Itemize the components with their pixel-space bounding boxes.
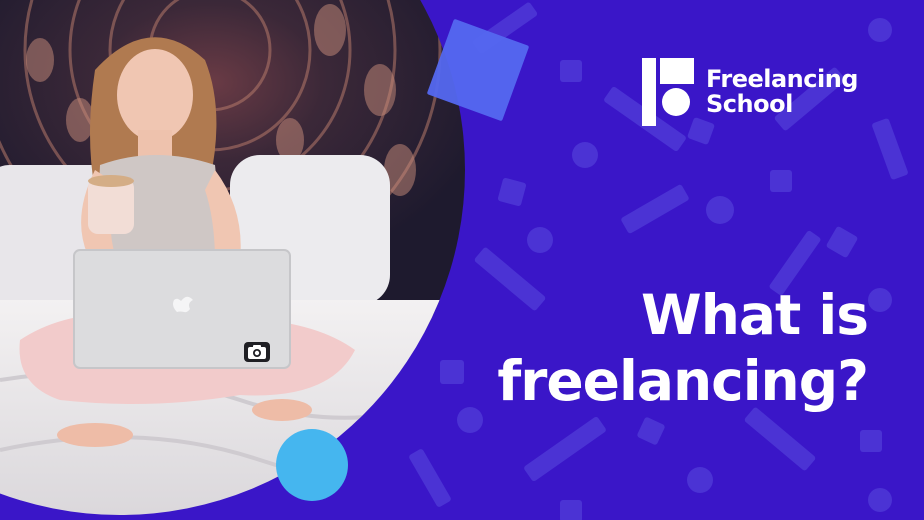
headline: What is freelancing?: [497, 282, 869, 414]
brand-name: Freelancing School: [706, 67, 858, 117]
camera-icon: [244, 342, 270, 362]
headline-line1: What is: [641, 283, 869, 347]
brand-name-line1: Freelancing: [706, 65, 858, 93]
brand-logo: Freelancing School: [640, 56, 858, 128]
brand-name-line2: School: [706, 90, 793, 118]
freelancing-school-logo-icon: [642, 58, 694, 126]
headline-line2: freelancing?: [497, 349, 869, 413]
accent-dot: [276, 429, 348, 501]
hero-banner: Freelancing School What is freelancing?: [0, 0, 924, 520]
